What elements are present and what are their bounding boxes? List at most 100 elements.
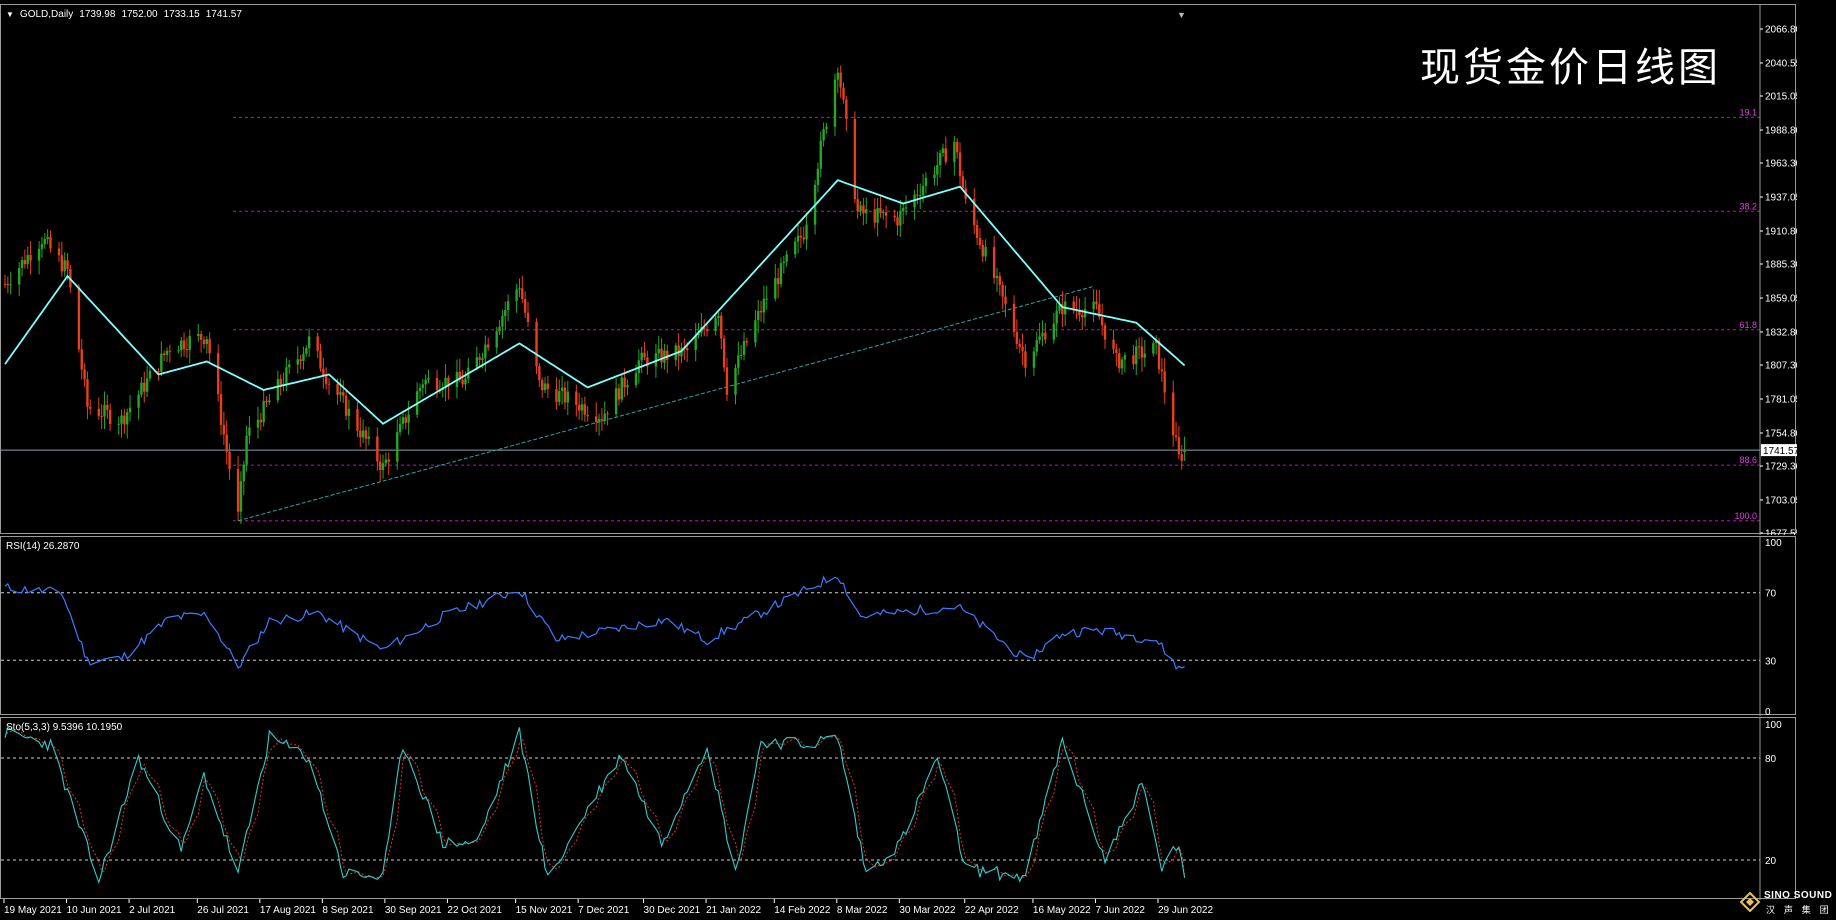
time-tick-label: 29 Jun 2022 xyxy=(1158,905,1213,916)
candle-body xyxy=(1055,310,1058,324)
candle-body xyxy=(819,140,822,169)
candle-body xyxy=(478,357,481,360)
candle-body xyxy=(29,254,32,261)
trendline xyxy=(237,285,1094,522)
candle-body xyxy=(219,394,223,425)
candle-body xyxy=(208,339,211,354)
candle-body xyxy=(995,276,999,278)
candle-body xyxy=(620,377,623,400)
scroll-arrow-icon: ▼ xyxy=(1177,10,1186,20)
time-tick-label: 16 May 2022 xyxy=(1033,905,1091,916)
time-tick-label: 30 Mar 2022 xyxy=(899,905,956,916)
candle-body xyxy=(725,367,729,395)
sto-axis-label: 20 xyxy=(1765,856,1777,867)
low-value: 1733.15 xyxy=(163,9,200,20)
candle-body xyxy=(1172,392,1175,436)
candle-body xyxy=(182,340,186,350)
candle-body xyxy=(842,87,845,100)
candle-body xyxy=(495,331,498,348)
candle-body xyxy=(424,379,427,385)
price-chart-pane[interactable]: 19.1 38.2 61.8 88.6 100.0 2066.80 2040.55 2015.… xyxy=(0,4,1797,535)
candle-body xyxy=(339,392,342,395)
candle-body xyxy=(523,298,527,313)
logo-name: SINO SOUND xyxy=(1764,890,1833,901)
candle-body xyxy=(583,404,587,415)
time-tick-label: 14 Feb 2022 xyxy=(774,905,831,916)
price-tick-label: 2066.80 xyxy=(1765,25,1797,36)
candle-body xyxy=(305,348,308,354)
candle-body xyxy=(100,415,103,417)
price-tick-label: 1859.05 xyxy=(1765,293,1797,304)
candle-body xyxy=(944,148,948,162)
candle-body xyxy=(1160,369,1164,372)
time-tick-label: 7 Dec 2021 xyxy=(578,905,630,916)
candle-body xyxy=(685,348,689,351)
candle-body xyxy=(1095,301,1098,305)
candle-body xyxy=(941,148,945,153)
fib-label: 38.2 xyxy=(1739,201,1757,211)
candle-body xyxy=(586,414,589,417)
candle-body xyxy=(387,459,390,462)
candle-body xyxy=(737,355,740,368)
candle-body xyxy=(1157,340,1161,370)
candle-body xyxy=(825,126,828,130)
sto-header: Sto(5,3,3) 9.5396 10.1950 xyxy=(6,722,123,733)
candle-body xyxy=(765,298,768,300)
collapse-arrow-icon[interactable]: ▼ xyxy=(6,10,14,19)
time-tick-label: 8 Mar 2022 xyxy=(837,905,888,916)
candle-body xyxy=(816,168,820,185)
candle-body xyxy=(66,260,69,270)
candle-body xyxy=(933,174,936,179)
sto-axis-label: 100 xyxy=(1765,720,1782,731)
rsi-axis-label: 100 xyxy=(1765,538,1782,549)
candle-body xyxy=(6,283,10,285)
candle-body xyxy=(185,349,189,351)
stochastic-pane[interactable]: 100 80 20 Sto(5,3,3) 9.5396 10.1950 xyxy=(0,717,1796,900)
candle-body xyxy=(984,246,987,257)
candle-body xyxy=(89,406,92,409)
candle-body xyxy=(865,209,868,214)
candle-body xyxy=(3,283,7,285)
candle-body xyxy=(597,419,601,423)
candle-body xyxy=(998,276,1002,285)
candle-body xyxy=(342,392,345,396)
rsi-pane[interactable]: 100 70 30 0 RSI(14) 26.2870 xyxy=(0,536,1796,716)
candle-body xyxy=(518,288,521,290)
candle-body xyxy=(225,434,228,452)
candle-body xyxy=(77,287,81,350)
candle-body xyxy=(1174,435,1178,438)
candle-body xyxy=(180,340,183,351)
candle-body xyxy=(344,395,348,416)
candle-body xyxy=(722,338,726,368)
candle-body xyxy=(1015,332,1019,344)
candle-body xyxy=(117,423,120,425)
candle-body xyxy=(1140,346,1144,358)
chart-title: 现货金价日线图 xyxy=(1420,45,1721,91)
candle-body xyxy=(347,408,351,416)
candle-body xyxy=(376,436,379,462)
candle-body xyxy=(799,235,803,238)
candle-body xyxy=(904,207,908,209)
candle-body xyxy=(626,385,629,388)
candle-body xyxy=(506,301,510,311)
price-tick-label: 1963.30 xyxy=(1765,159,1797,170)
candle-body xyxy=(319,350,322,369)
candle-body xyxy=(367,436,371,439)
candle-body xyxy=(955,141,959,153)
candle-body xyxy=(381,463,385,470)
candle-body xyxy=(205,339,209,344)
candle-body xyxy=(37,248,41,261)
price-tick-label: 1988.80 xyxy=(1765,125,1797,136)
candle-body xyxy=(785,254,788,262)
candle-body xyxy=(657,348,660,354)
symbol-label: GOLD,Daily xyxy=(19,9,74,20)
candle-body xyxy=(833,79,837,127)
candle-body xyxy=(418,387,422,392)
candle-body xyxy=(515,289,518,302)
candle-body xyxy=(248,427,251,436)
candle-body xyxy=(242,464,245,482)
time-tick-label: 15 Nov 2021 xyxy=(516,905,573,916)
candle-body xyxy=(97,408,100,416)
candle-body xyxy=(1021,346,1024,352)
candle-body xyxy=(162,353,166,356)
